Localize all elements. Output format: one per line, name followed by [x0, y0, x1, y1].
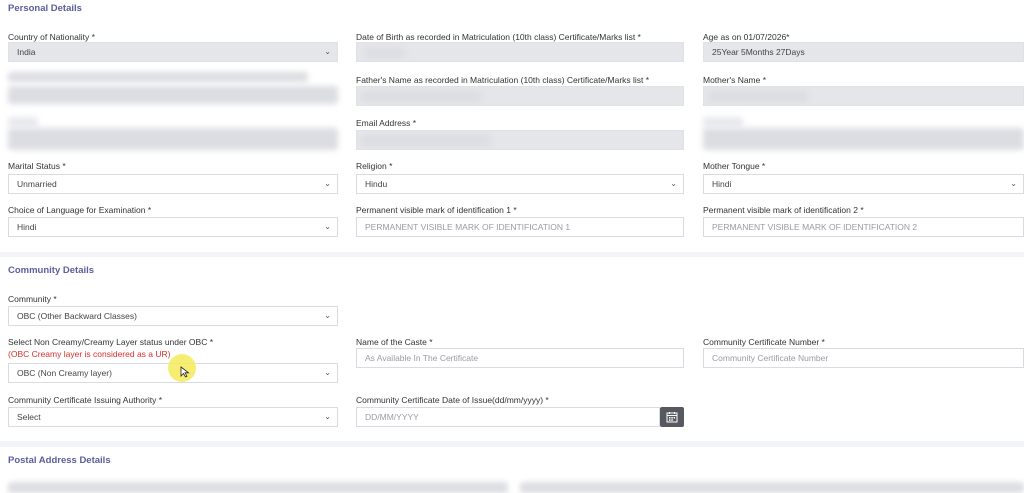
issue-date-label: Community Certificate Date of Issue(dd/m…: [356, 395, 549, 405]
redacted-label: [8, 72, 308, 82]
mother-tongue-select[interactable]: Hindi ⌄: [703, 174, 1024, 194]
identification-mark-2-value: PERMANENT VISIBLE MARK OF IDENTIFICATION…: [712, 222, 918, 232]
issuing-authority-value: Select: [17, 412, 41, 422]
age-field: 25Year 5Months 27Days: [703, 42, 1024, 62]
redacted-email: [361, 135, 491, 146]
issue-date-placeholder: DD/MM/YYYY: [365, 412, 419, 422]
mother-name-field[interactable]: [703, 86, 1024, 106]
identification-mark-2-label: Permanent visible mark of identification…: [703, 205, 864, 215]
community-details-heading: Community Details: [8, 265, 95, 276]
identification-mark-1-label: Permanent visible mark of identification…: [356, 205, 517, 215]
issuing-authority-label: Community Certificate Issuing Authority …: [8, 395, 163, 405]
nationality-select[interactable]: India ⌄: [8, 42, 338, 62]
redacted-dob: [365, 48, 405, 58]
chevron-down-icon: ⌄: [324, 47, 331, 56]
marital-status-select[interactable]: Unmarried ⌄: [8, 174, 338, 194]
dob-field[interactable]: [356, 42, 684, 62]
certificate-number-input[interactable]: Community Certificate Number: [703, 348, 1024, 368]
mother-name-label: Mother's Name *: [703, 75, 767, 85]
redacted-address-field: [520, 482, 1024, 493]
mother-tongue-value: Hindi: [712, 179, 732, 189]
redacted-field: [703, 128, 1024, 150]
postal-details-heading: Postal Address Details: [8, 455, 111, 466]
chevron-down-icon: ⌄: [1010, 179, 1017, 188]
email-label: Email Address *: [356, 118, 416, 128]
certificate-number-placeholder: Community Certificate Number: [712, 353, 829, 363]
redacted-father-name: [361, 91, 481, 102]
exam-language-label: Choice of Language for Examination *: [8, 205, 152, 215]
marital-status-value: Unmarried: [17, 179, 57, 189]
creamy-layer-label: Select Non Creamy/Creamy Layer status un…: [8, 337, 214, 347]
caste-name-label: Name of the Caste *: [356, 337, 433, 347]
dob-label: Date of Birth as recorded in Matriculati…: [356, 32, 641, 42]
redacted-field: [8, 86, 338, 104]
identification-mark-1-input[interactable]: PERMANENT VISIBLE MARK OF IDENTIFICATION…: [356, 217, 684, 237]
redacted-mother-name: [708, 91, 808, 102]
community-select[interactable]: OBC (Other Backward Classes) ⌄: [8, 306, 338, 326]
marital-status-label: Marital Status *: [8, 161, 66, 171]
caste-name-placeholder: As Available In The Certificate: [365, 353, 479, 363]
community-label: Community *: [8, 294, 57, 304]
calendar-icon: [666, 412, 678, 423]
chevron-down-icon: ⌄: [324, 222, 331, 231]
redacted-label: [703, 117, 743, 127]
chevron-down-icon: ⌄: [324, 311, 331, 320]
issuing-authority-select[interactable]: Select ⌄: [8, 407, 338, 427]
calendar-button[interactable]: [660, 407, 684, 427]
community-value: OBC (Other Backward Classes): [17, 311, 137, 321]
chevron-down-icon: ⌄: [324, 368, 331, 377]
chevron-down-icon: ⌄: [670, 179, 677, 188]
caste-name-input[interactable]: As Available In The Certificate: [356, 348, 684, 368]
redacted-field: [8, 128, 338, 150]
father-name-label: Father's Name as recorded in Matriculati…: [356, 75, 650, 85]
identification-mark-2-input[interactable]: PERMANENT VISIBLE MARK OF IDENTIFICATION…: [703, 217, 1024, 237]
religion-value: Hindu: [365, 179, 388, 189]
identification-mark-1-value: PERMANENT VISIBLE MARK OF IDENTIFICATION…: [365, 222, 571, 232]
email-field[interactable]: [356, 130, 684, 150]
age-label: Age as on 01/07/2026*: [703, 32, 790, 42]
religion-label: Religion *: [356, 161, 393, 171]
age-value: 25Year 5Months 27Days: [712, 47, 805, 57]
exam-language-select[interactable]: Hindi ⌄: [8, 217, 338, 237]
religion-select[interactable]: Hindu ⌄: [356, 174, 684, 194]
father-name-field[interactable]: [356, 86, 684, 106]
nationality-value: India: [17, 47, 36, 57]
redacted-label: [8, 117, 38, 127]
issue-date-input[interactable]: DD/MM/YYYY: [356, 407, 660, 427]
mouse-pointer-icon: [180, 366, 190, 378]
chevron-down-icon: ⌄: [324, 179, 331, 188]
creamy-layer-value: OBC (Non Creamy layer): [17, 368, 112, 378]
chevron-down-icon: ⌄: [324, 412, 331, 421]
certificate-number-label: Community Certificate Number *: [703, 337, 825, 347]
mother-tongue-label: Mother Tongue *: [703, 161, 766, 171]
exam-language-value: Hindi: [17, 222, 37, 232]
nationality-label: Country of Nationality *: [8, 32, 95, 42]
creamy-layer-warning: (OBC Creamy layer is considered as a UR): [8, 349, 171, 359]
personal-details-heading: Personal Details: [8, 3, 82, 14]
redacted-address-field: [8, 482, 508, 493]
